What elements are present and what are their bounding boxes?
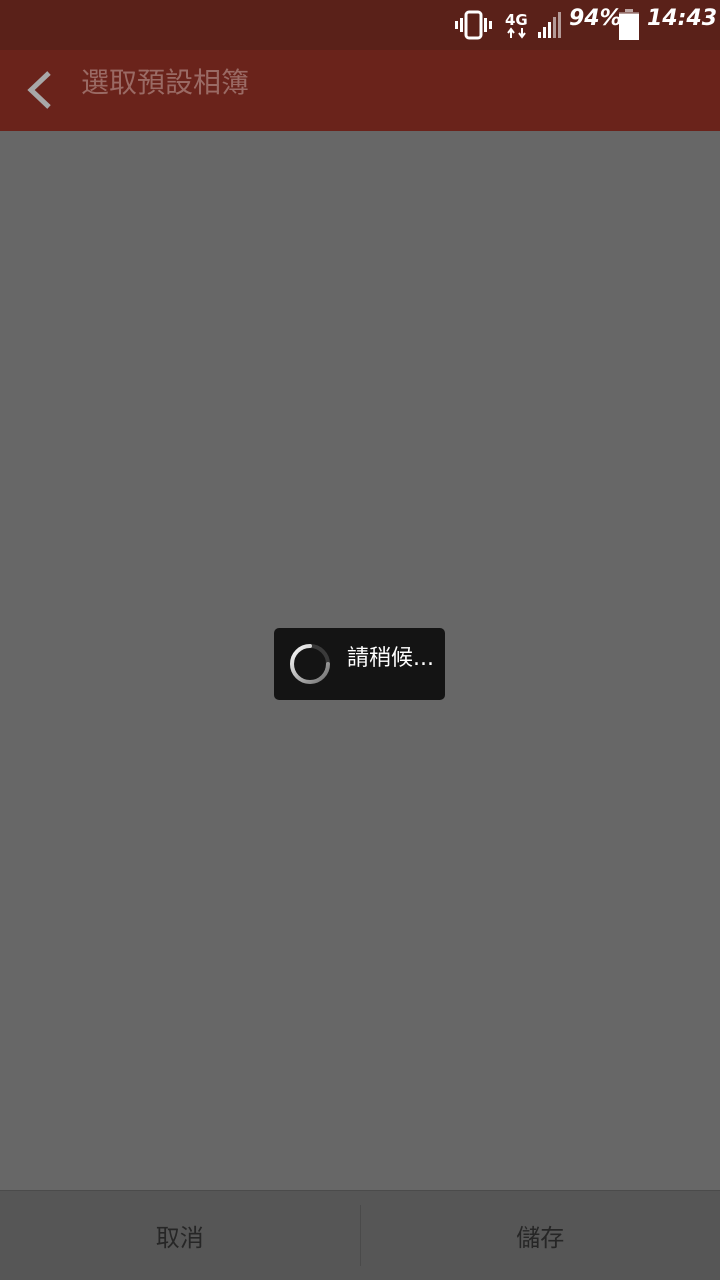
battery-fill: [619, 13, 639, 40]
back-button[interactable]: [14, 62, 70, 118]
bottom-action-bar: 取消 儲存: [0, 1190, 720, 1280]
clock: 14:43: [647, 6, 718, 31]
signal-icon: [538, 12, 561, 38]
chevron-left-icon: [27, 71, 51, 109]
status-bar: 4G 94% 14:43: [0, 0, 720, 50]
loading-message: 請稍候...: [347, 646, 434, 671]
vibrate-icon: [455, 10, 492, 40]
battery-percentage: 94%: [569, 6, 622, 31]
loading-spinner-icon: [290, 644, 330, 684]
page-title: 選取預設相簿: [81, 66, 250, 99]
save-button[interactable]: 儲存: [361, 1191, 720, 1280]
app-bar: 選取預設相簿: [0, 50, 720, 131]
network-type-text: 4G: [505, 11, 528, 29]
battery-icon: [619, 9, 639, 40]
cancel-button[interactable]: 取消: [0, 1191, 360, 1280]
loading-dialog: 請稍候...: [274, 628, 445, 700]
network-4g-icon: 4G: [505, 11, 528, 39]
